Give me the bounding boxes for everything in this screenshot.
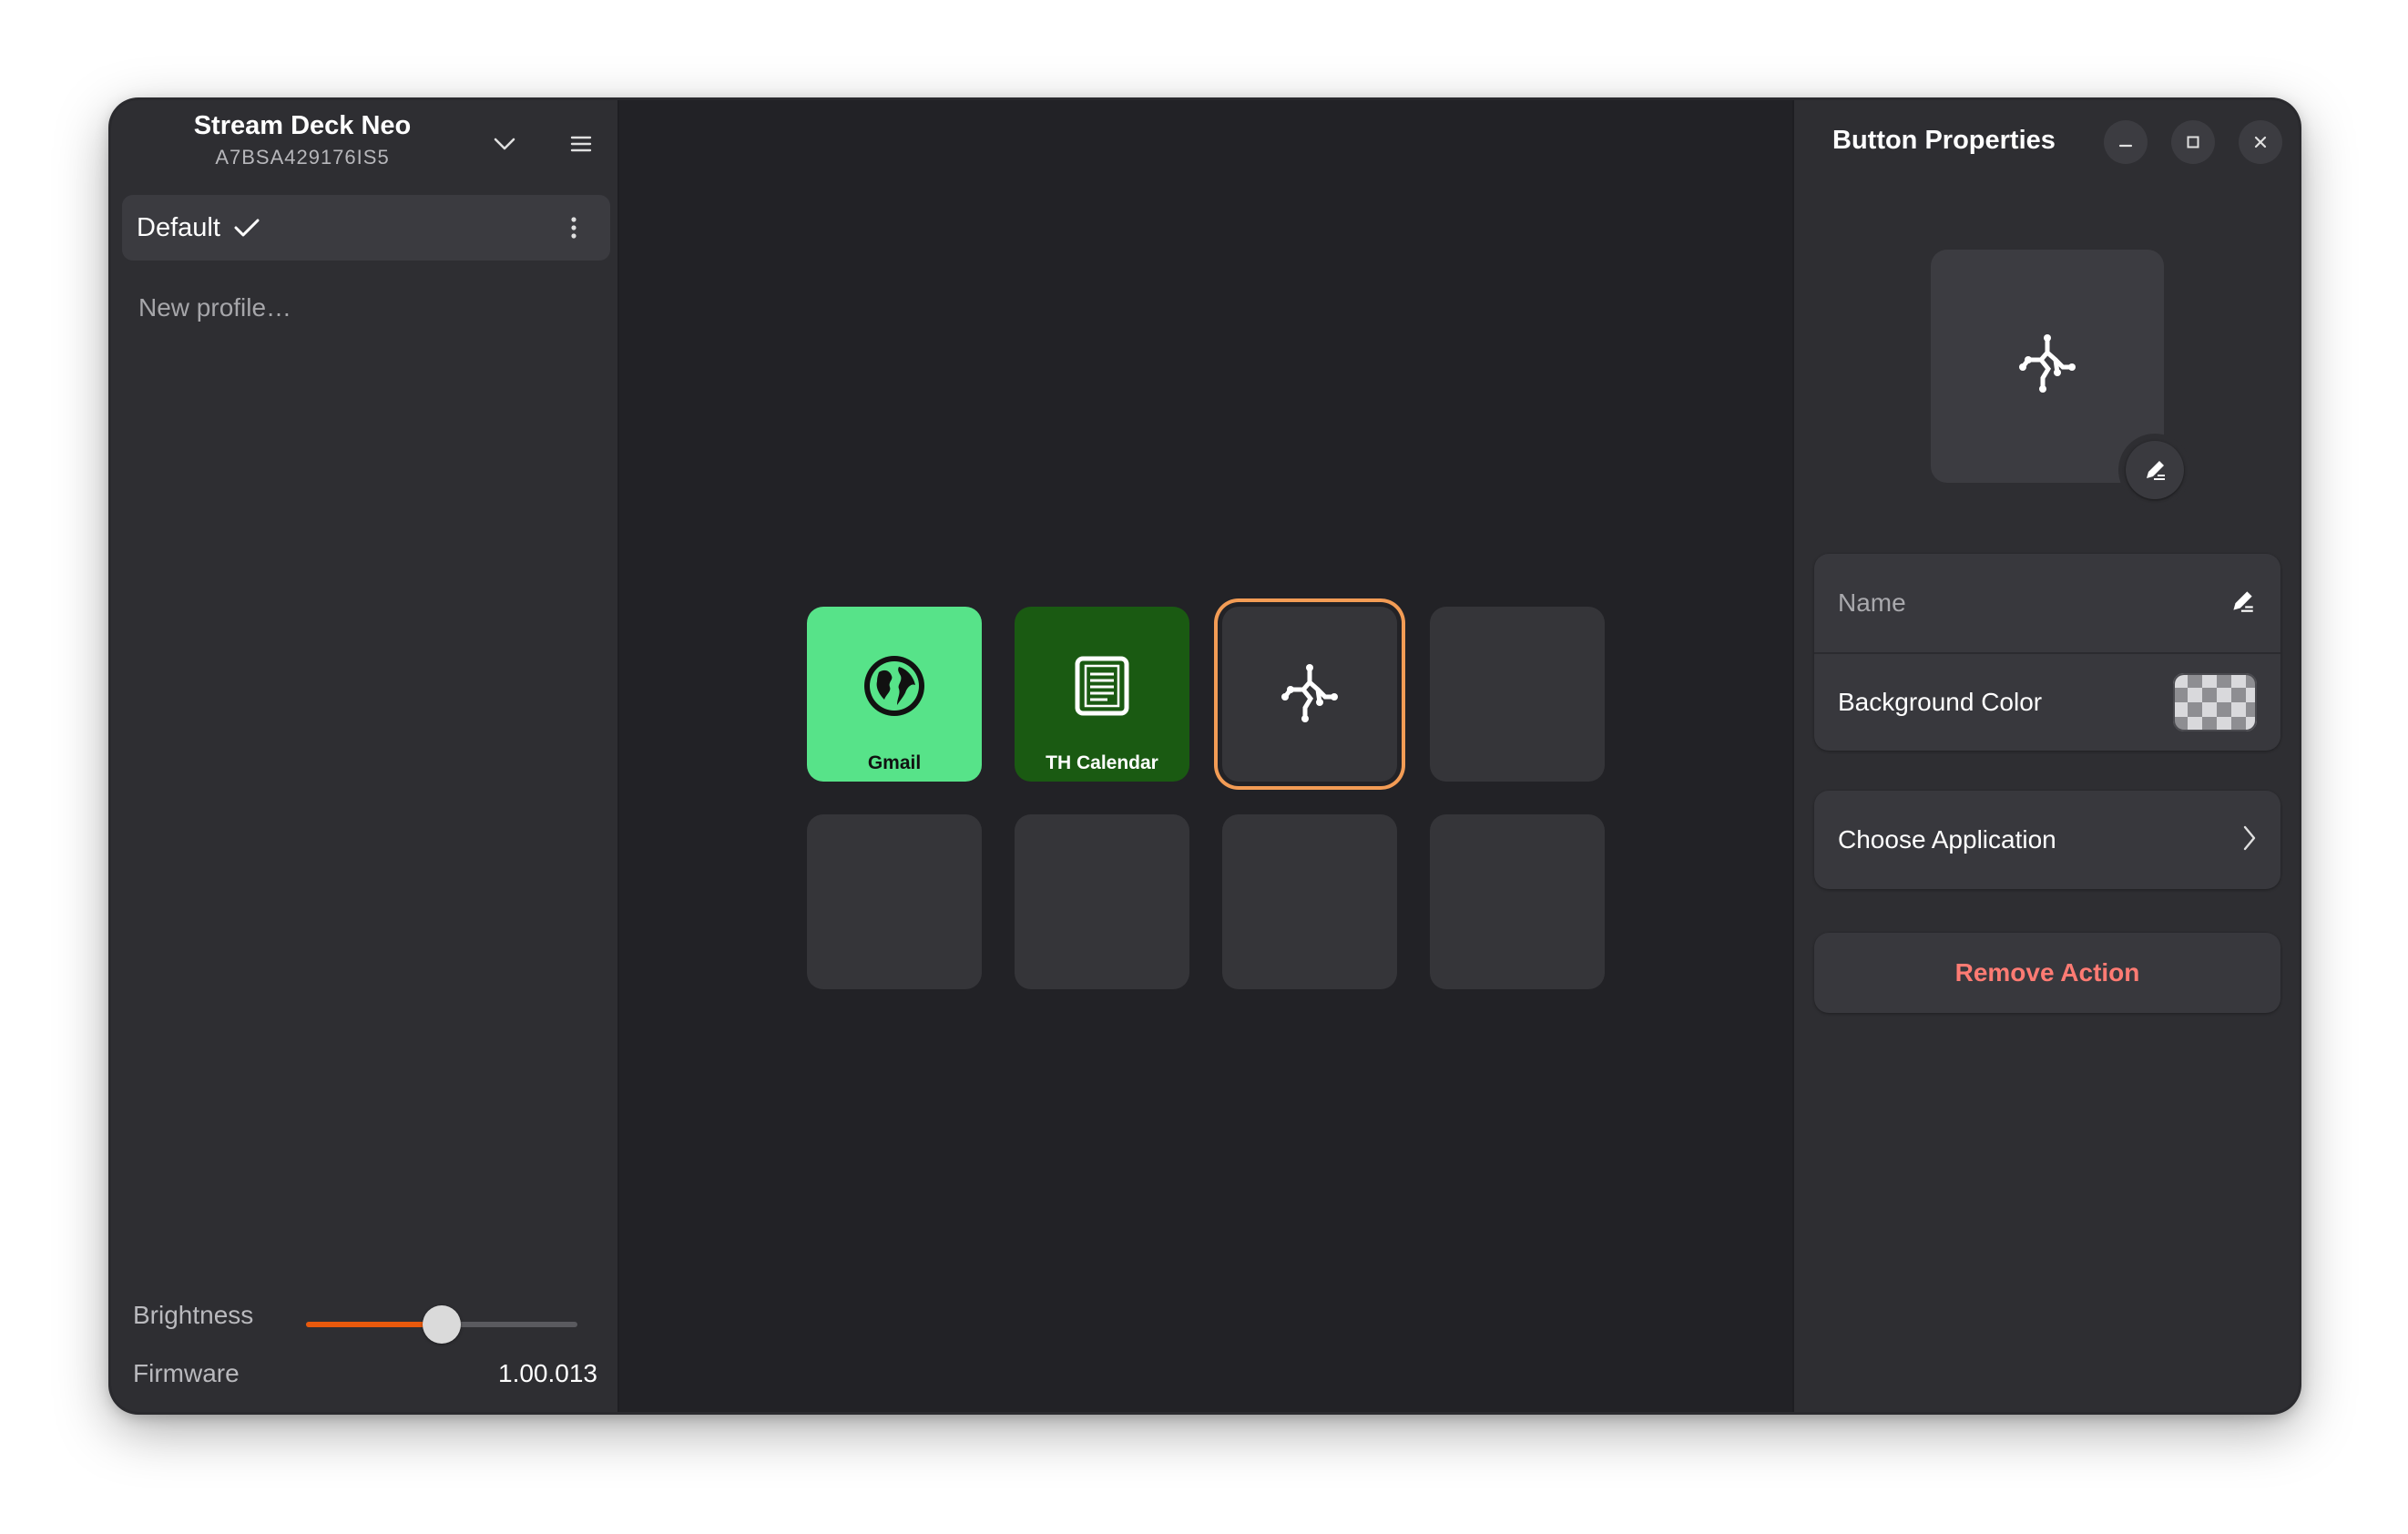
minimize-icon[interactable]	[2104, 120, 2148, 164]
action-icon	[1273, 658, 1346, 731]
name-field-placeholder: Name	[1838, 588, 1906, 617]
globe-icon	[858, 649, 931, 722]
key-empty[interactable]	[1222, 814, 1397, 989]
key-empty[interactable]	[807, 814, 982, 989]
brightness-label: Brightness	[133, 1301, 254, 1329]
firmware-value: 1.00.013	[498, 1359, 597, 1387]
choose-application-label: Choose Application	[1838, 825, 2056, 854]
action-icon	[2015, 332, 2079, 401]
slider-fill	[306, 1322, 442, 1327]
remove-action-button[interactable]: Remove Action	[1814, 933, 2280, 1013]
button-properties-panel: Button Properties Name Background Color …	[1792, 100, 2299, 1412]
chevron-right-icon	[2242, 824, 2257, 856]
profile-more-options-icon[interactable]	[554, 208, 594, 248]
brightness-slider[interactable]	[306, 1305, 577, 1344]
hamburger-menu-icon[interactable]	[561, 124, 601, 164]
maximize-icon[interactable]	[2171, 120, 2215, 164]
pencil-icon[interactable]	[2228, 587, 2257, 620]
key-gmail[interactable]: Gmail	[807, 607, 982, 782]
key-empty[interactable]	[1430, 607, 1605, 782]
profile-item-default[interactable]: Default	[122, 195, 610, 261]
key-selected-action[interactable]	[1222, 607, 1397, 782]
device-serial: A7BSA429176IS5	[215, 146, 390, 169]
background-color-row: Background Color	[1814, 652, 2280, 751]
profile-name: Default	[137, 212, 220, 242]
slider-handle[interactable]	[423, 1305, 461, 1344]
key-empty[interactable]	[1015, 814, 1189, 989]
key-grid: Gmail TH Calendar	[807, 607, 1605, 989]
key-label: TH Calendar	[1046, 752, 1158, 773]
close-icon[interactable]	[2239, 120, 2282, 164]
checkmark-icon	[233, 217, 260, 239]
edit-icon-button[interactable]	[2122, 437, 2188, 503]
key-label: Gmail	[867, 752, 922, 773]
new-profile-button[interactable]: New profile…	[138, 293, 291, 322]
device-selector-chevron-down-icon[interactable]	[485, 124, 525, 164]
deck-canvas: Gmail TH Calendar	[619, 100, 1792, 1412]
properties-card: Name Background Color	[1814, 554, 2280, 751]
device-name: Stream Deck Neo	[193, 111, 412, 140]
sidebar: Stream Deck Neo A7BSA429176IS5 Default N…	[111, 100, 619, 1412]
key-empty[interactable]	[1430, 814, 1605, 989]
pencil-icon	[2126, 441, 2184, 499]
firmware-label: Firmware	[133, 1359, 240, 1387]
key-th-calendar[interactable]: TH Calendar	[1015, 607, 1189, 782]
button-preview	[1931, 250, 2164, 483]
choose-application-row[interactable]: Choose Application	[1814, 791, 2280, 889]
background-color-label: Background Color	[1838, 688, 2043, 716]
background-color-swatch[interactable]	[2173, 673, 2257, 731]
calendar-icon	[1066, 649, 1138, 722]
app-window: Stream Deck Neo A7BSA429176IS5 Default N…	[111, 100, 2299, 1412]
panel-title: Button Properties	[1832, 126, 2056, 155]
name-field[interactable]: Name	[1814, 554, 2280, 652]
